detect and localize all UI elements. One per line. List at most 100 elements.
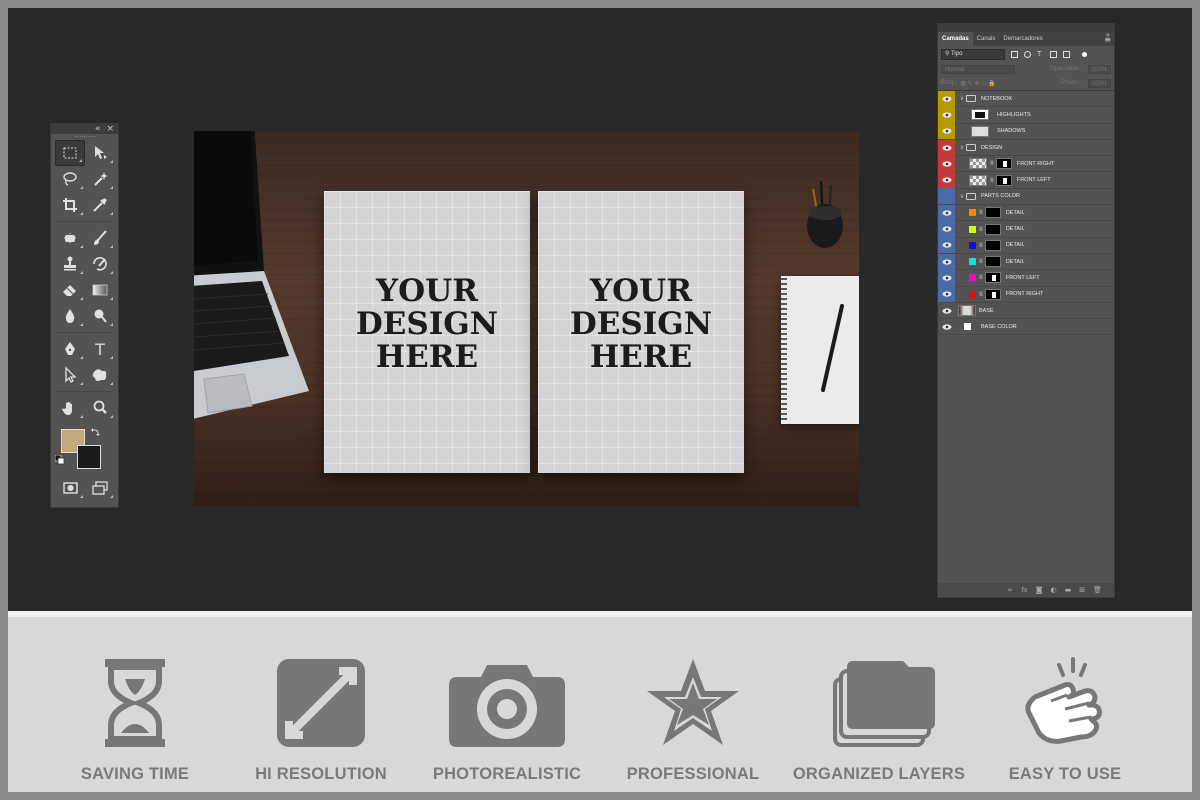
fill-color-chip[interactable] xyxy=(969,225,976,233)
dodge-tool[interactable] xyxy=(85,303,115,329)
visibility-eye-icon[interactable] xyxy=(938,253,955,270)
visibility-eye-icon[interactable] xyxy=(938,172,955,189)
shape-tool[interactable] xyxy=(85,362,115,388)
gradient-tool[interactable] xyxy=(85,277,115,303)
adjustment-icon[interactable]: ◐ xyxy=(1051,586,1057,594)
type-tool[interactable]: T xyxy=(85,336,115,362)
fill-color-chip[interactable] xyxy=(969,209,976,217)
link-icon[interactable]: 8 xyxy=(979,258,983,265)
fill-color-chip[interactable] xyxy=(969,274,976,282)
fill-color-chip[interactable] xyxy=(969,258,976,266)
blur-tool[interactable] xyxy=(55,303,85,329)
chevron-down-icon[interactable]: ∨ xyxy=(958,144,966,151)
chevron-down-icon[interactable]: ∨ xyxy=(958,95,966,102)
fx-icon[interactable]: fx xyxy=(1021,586,1028,594)
layer-row[interactable]: 8 FRONT RIGHT xyxy=(938,155,1114,173)
crop-tool[interactable] xyxy=(55,192,85,218)
close-icon[interactable]: × xyxy=(106,124,114,134)
layer-group-row[interactable]: ∨ NOTEBOOK xyxy=(938,90,1114,108)
fill-color-chip[interactable] xyxy=(964,323,971,331)
layer-row[interactable]: 8 FRONT LEFT xyxy=(938,269,1114,287)
tab-channels[interactable]: Canais xyxy=(973,32,1000,46)
layer-row[interactable]: 8 DETAIL xyxy=(938,253,1114,271)
layer-mask-thumbnail[interactable] xyxy=(984,288,1001,300)
layer-thumbnail[interactable] xyxy=(971,109,989,121)
panel-menu-icon[interactable]: ≡ xyxy=(1104,35,1114,44)
layer-thumbnail[interactable] xyxy=(958,305,976,316)
link-icon[interactable]: 8 xyxy=(979,291,983,298)
layer-mask-thumbnail[interactable] xyxy=(995,174,1012,186)
visibility-eye-icon[interactable] xyxy=(938,303,955,319)
quick-mask-tool[interactable] xyxy=(55,475,85,501)
visibility-eye-icon[interactable] xyxy=(938,123,955,140)
swap-colors-icon[interactable] xyxy=(91,427,101,437)
eraser-tool[interactable] xyxy=(55,277,85,303)
opacity-input[interactable]: 100% xyxy=(1087,64,1111,74)
link-icon[interactable]: 8 xyxy=(990,160,994,167)
layer-thumbnail[interactable] xyxy=(971,125,989,137)
blend-mode-select[interactable]: Normal xyxy=(941,64,1015,74)
visibility-eye-icon[interactable] xyxy=(938,319,955,335)
default-colors-icon[interactable] xyxy=(55,455,65,465)
layer-row[interactable]: HIGHLIGHTS xyxy=(938,106,1114,124)
visibility-eye-icon[interactable] xyxy=(938,90,955,107)
layer-row[interactable]: 8 DETAIL xyxy=(938,237,1114,254)
layer-row[interactable]: 8 DETAIL xyxy=(938,204,1114,222)
layer-mask-thumbnail[interactable] xyxy=(995,158,1012,170)
history-brush-tool[interactable] xyxy=(85,251,115,277)
layer-row[interactable]: BASE xyxy=(938,302,1114,320)
link-icon[interactable]: 8 xyxy=(990,177,994,184)
eyedropper-tool[interactable] xyxy=(85,192,115,218)
fill-color-chip[interactable] xyxy=(969,241,976,249)
folder-icon[interactable]: ▬ xyxy=(1065,586,1072,594)
layer-mask-thumbnail[interactable] xyxy=(984,223,1001,235)
filter-smart-object-icon[interactable] xyxy=(1063,50,1070,58)
double-chevron-left-icon[interactable]: « xyxy=(95,124,101,134)
layer-row[interactable]: 8 FRONT RIGHT xyxy=(938,286,1114,303)
layer-row[interactable]: 8 DETAIL xyxy=(938,221,1114,238)
trash-icon[interactable]: 🗑 xyxy=(1093,586,1102,594)
chevron-down-icon[interactable]: ∨ xyxy=(958,193,966,200)
layer-mask-thumbnail[interactable] xyxy=(984,239,1001,251)
visibility-eye-icon[interactable] xyxy=(938,155,955,172)
zoom-tool[interactable] xyxy=(85,395,115,421)
new-layer-icon[interactable]: ⊞ xyxy=(1079,586,1085,594)
filter-type-icon[interactable]: T xyxy=(1037,51,1044,58)
screen-mode-tool[interactable] xyxy=(85,475,115,501)
visibility-eye-icon[interactable] xyxy=(938,139,955,156)
filter-pixel-icon[interactable] xyxy=(1011,50,1018,58)
filter-toggle-icon[interactable] xyxy=(1082,51,1087,57)
layer-mask-thumbnail[interactable] xyxy=(984,207,1001,219)
visibility-eye-icon[interactable] xyxy=(938,204,955,221)
layer-filter-select[interactable]: ⚲ Tipo xyxy=(941,48,1005,60)
clone-stamp-tool[interactable] xyxy=(55,251,85,277)
link-icon[interactable]: 8 xyxy=(979,209,983,216)
layer-mask-thumbnail[interactable] xyxy=(984,272,1001,284)
layer-row[interactable]: SHADOWS xyxy=(938,123,1114,140)
layer-group-row[interactable]: ∨ DESIGN xyxy=(938,139,1114,157)
visibility-eye-icon[interactable] xyxy=(938,286,955,303)
spot-healing-tool[interactable] xyxy=(55,225,85,251)
filter-adjustment-icon[interactable] xyxy=(1024,50,1031,58)
move-tool[interactable] xyxy=(85,140,115,166)
fill-color-chip[interactable] xyxy=(969,290,976,298)
filter-shape-icon[interactable] xyxy=(1050,50,1057,58)
brush-tool[interactable] xyxy=(85,225,115,251)
link-icon[interactable]: 8 xyxy=(979,226,983,233)
visibility-eye-icon[interactable] xyxy=(938,221,955,238)
visibility-eye-icon[interactable] xyxy=(938,269,955,286)
hand-tool[interactable] xyxy=(55,395,85,421)
layer-row[interactable]: BASE COLOR xyxy=(938,319,1114,336)
magic-wand-tool[interactable] xyxy=(85,166,115,192)
document-canvas[interactable]: YOUR DESIGN HERE YOUR DESIGN HERE xyxy=(194,131,859,506)
visibility-eye-icon[interactable] xyxy=(938,188,955,205)
smart-object-thumbnail[interactable] xyxy=(969,158,987,170)
fill-input[interactable]: 100% xyxy=(1087,78,1111,88)
smart-object-thumbnail[interactable] xyxy=(969,174,987,186)
link-icon[interactable]: 8 xyxy=(979,242,983,249)
mask-icon[interactable]: ◙ xyxy=(1036,586,1043,594)
tab-layers[interactable]: Camadas xyxy=(938,32,973,46)
layer-mask-thumbnail[interactable] xyxy=(984,256,1001,268)
link-icon[interactable]: ∞ xyxy=(1007,586,1013,594)
link-icon[interactable]: 8 xyxy=(979,274,983,281)
